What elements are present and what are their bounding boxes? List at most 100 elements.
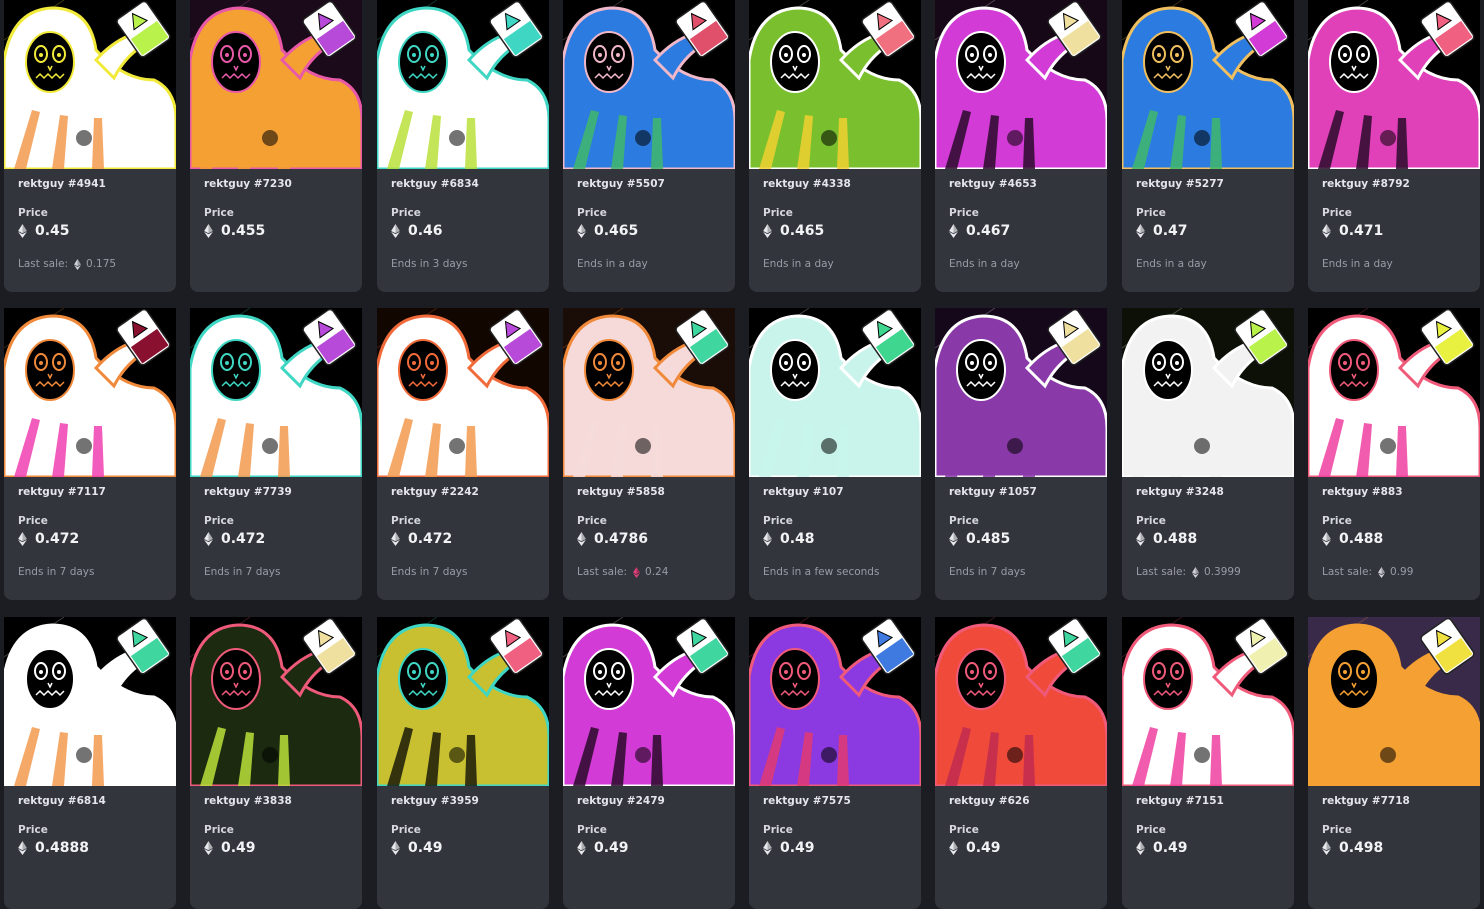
nft-name: rektguy #7718 xyxy=(1322,795,1410,807)
nft-card[interactable]: rektguy #1057 Price 0.485 Ends in 7 days xyxy=(935,308,1107,600)
eth-icon xyxy=(1192,566,1199,578)
nft-card[interactable]: rektguy #4653 Price 0.467 Ends in a day xyxy=(935,0,1107,292)
nft-image[interactable] xyxy=(377,0,549,169)
nft-card[interactable]: rektguy #2242 Price 0.472 Ends in 7 days xyxy=(377,308,549,600)
last-sale-value: 0.99 xyxy=(1390,566,1414,578)
nft-card-info: rektguy #2479 Price 0.49 xyxy=(563,786,735,909)
nft-card[interactable]: rektguy #4941 Price 0.45 Last sale: 0.175 xyxy=(4,0,176,292)
nft-card[interactable]: rektguy #3959 Price 0.49 xyxy=(377,617,549,909)
price-label: Price xyxy=(949,207,979,219)
last-sale: Last sale: 0.3999 xyxy=(1136,565,1241,579)
nft-grid: rektguy #4941 Price 0.45 Last sale: 0.175 rek… xyxy=(0,0,1484,909)
nft-card[interactable]: rektguy #107 Price 0.48 Ends in a few secon… xyxy=(749,308,921,600)
nft-image[interactable] xyxy=(4,617,176,786)
price-row: 0.49 xyxy=(204,840,256,856)
nft-image[interactable] xyxy=(190,617,362,786)
nft-name: rektguy #7739 xyxy=(204,486,292,498)
nft-name: rektguy #6814 xyxy=(18,795,106,807)
nft-card[interactable]: rektguy #5277 Price 0.47 Ends in a day xyxy=(1122,0,1294,292)
nft-image[interactable] xyxy=(190,308,362,477)
price-value: 0.49 xyxy=(408,840,443,856)
nft-card[interactable]: rektguy #8792 Price 0.471 Ends in a day xyxy=(1308,0,1480,292)
nft-card[interactable]: rektguy #3838 Price 0.49 xyxy=(190,617,362,909)
price-row: 0.4786 xyxy=(577,531,648,547)
nft-card-info: rektguy #107 Price 0.48 Ends in a few secon… xyxy=(749,477,921,600)
last-sale-value: 0.24 xyxy=(645,566,669,578)
eth-icon xyxy=(763,224,772,238)
last-sale-label: Last sale: xyxy=(1136,566,1187,578)
price-value: 0.47 xyxy=(1153,223,1188,239)
nft-image[interactable] xyxy=(935,0,1107,169)
listing-status: Ends in a day xyxy=(577,258,648,270)
nft-card[interactable]: rektguy #7718 Price 0.498 xyxy=(1308,617,1480,909)
nft-image[interactable] xyxy=(1308,617,1480,786)
nft-name: rektguy #4338 xyxy=(763,178,851,190)
price-label: Price xyxy=(763,515,793,527)
price-value: 0.4888 xyxy=(35,840,90,856)
nft-card[interactable]: rektguy #7117 Price 0.472 Ends in 7 days xyxy=(4,308,176,600)
price-label: Price xyxy=(577,824,607,836)
last-sale-value: 0.3999 xyxy=(1204,566,1241,578)
nft-image[interactable] xyxy=(749,617,921,786)
price-value: 0.45 xyxy=(35,223,70,239)
price-row: 0.49 xyxy=(391,840,443,856)
price-value: 0.465 xyxy=(780,223,825,239)
nft-image[interactable] xyxy=(1308,0,1480,169)
nft-card[interactable]: rektguy #883 Price 0.488 Last sale: 0.99 xyxy=(1308,308,1480,600)
listing-status: Ends in 3 days xyxy=(391,258,468,270)
nft-image[interactable] xyxy=(749,308,921,477)
eth-icon xyxy=(949,532,958,546)
nft-card[interactable]: rektguy #6814 Price 0.4888 xyxy=(4,617,176,909)
nft-image[interactable] xyxy=(4,0,176,169)
nft-name: rektguy #1057 xyxy=(949,486,1037,498)
price-row: 0.472 xyxy=(18,531,79,547)
eth-icon xyxy=(763,841,772,855)
nft-name: rektguy #7151 xyxy=(1136,795,1224,807)
price-row: 0.49 xyxy=(763,840,815,856)
price-row: 0.471 xyxy=(1322,223,1383,239)
nft-image[interactable] xyxy=(1122,617,1294,786)
nft-image[interactable] xyxy=(4,308,176,477)
price-label: Price xyxy=(1136,824,1166,836)
nft-card[interactable]: rektguy #7151 Price 0.49 xyxy=(1122,617,1294,909)
nft-card[interactable]: rektguy #5507 Price 0.465 Ends in a day xyxy=(563,0,735,292)
nft-image[interactable] xyxy=(563,308,735,477)
nft-image[interactable] xyxy=(1122,0,1294,169)
nft-image[interactable] xyxy=(563,0,735,169)
nft-card[interactable]: rektguy #7230 Price 0.455 xyxy=(190,0,362,292)
nft-card[interactable]: rektguy #4338 Price 0.465 Ends in a day xyxy=(749,0,921,292)
nft-image[interactable] xyxy=(935,308,1107,477)
nft-image[interactable] xyxy=(935,617,1107,786)
price-row: 0.46 xyxy=(391,223,443,239)
nft-image[interactable] xyxy=(190,0,362,169)
nft-card[interactable]: rektguy #626 Price 0.49 xyxy=(935,617,1107,909)
nft-card[interactable]: rektguy #3248 Price 0.488 Last sale: 0.3999 xyxy=(1122,308,1294,600)
nft-card-info: rektguy #7739 Price 0.472 Ends in 7 days xyxy=(190,477,362,600)
price-value: 0.472 xyxy=(221,531,266,547)
nft-card[interactable]: rektguy #7575 Price 0.49 xyxy=(749,617,921,909)
price-label: Price xyxy=(763,824,793,836)
price-label: Price xyxy=(949,824,979,836)
nft-image[interactable] xyxy=(377,308,549,477)
nft-image[interactable] xyxy=(749,0,921,169)
nft-image[interactable] xyxy=(1308,308,1480,477)
nft-card-info: rektguy #1057 Price 0.485 Ends in 7 days xyxy=(935,477,1107,600)
price-label: Price xyxy=(763,207,793,219)
eth-icon xyxy=(1136,224,1145,238)
nft-image[interactable] xyxy=(377,617,549,786)
price-value: 0.49 xyxy=(594,840,629,856)
nft-image[interactable] xyxy=(1122,308,1294,477)
nft-card[interactable]: rektguy #6834 Price 0.46 Ends in 3 days xyxy=(377,0,549,292)
eth-icon xyxy=(1322,532,1331,546)
price-label: Price xyxy=(949,515,979,527)
last-sale: Last sale: 0.99 xyxy=(1322,565,1413,579)
price-value: 0.4786 xyxy=(594,531,649,547)
nft-name: rektguy #626 xyxy=(949,795,1030,807)
nft-card[interactable]: rektguy #5858 Price 0.4786 Last sale: 0.24 xyxy=(563,308,735,600)
price-label: Price xyxy=(204,824,234,836)
price-value: 0.467 xyxy=(966,223,1011,239)
nft-card[interactable]: rektguy #2479 Price 0.49 xyxy=(563,617,735,909)
nft-card[interactable]: rektguy #7739 Price 0.472 Ends in 7 days xyxy=(190,308,362,600)
nft-image[interactable] xyxy=(563,617,735,786)
price-row: 0.498 xyxy=(1322,840,1383,856)
